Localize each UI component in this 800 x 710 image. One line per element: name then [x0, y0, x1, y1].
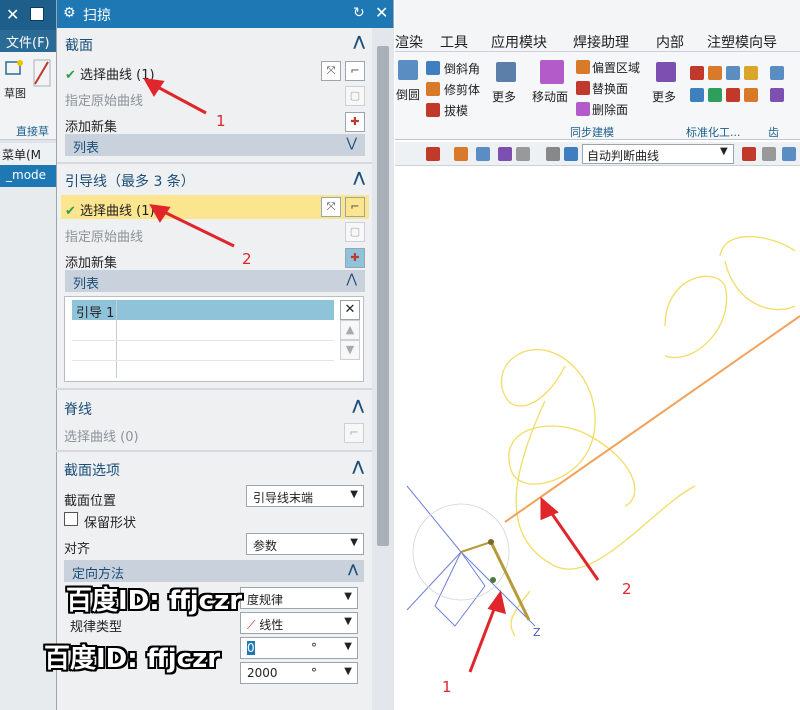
arrow-section-curve-head [487, 590, 507, 615]
arrow-section [151, 82, 207, 115]
arrow-section-head [143, 78, 165, 97]
annotation-overlay: 1 2 2 1 [143, 78, 632, 696]
arrow-guide-head [149, 204, 171, 223]
annotation-label-1: 1 [216, 112, 226, 130]
annotation-label-viewport-1: 1 [442, 678, 452, 696]
arrow-guide [159, 208, 235, 248]
arrow-guide-line [546, 507, 600, 581]
annotation-label-2: 2 [242, 250, 252, 268]
annotation-label-viewport-2: 2 [622, 580, 632, 598]
arrow-section-curve [468, 603, 498, 673]
